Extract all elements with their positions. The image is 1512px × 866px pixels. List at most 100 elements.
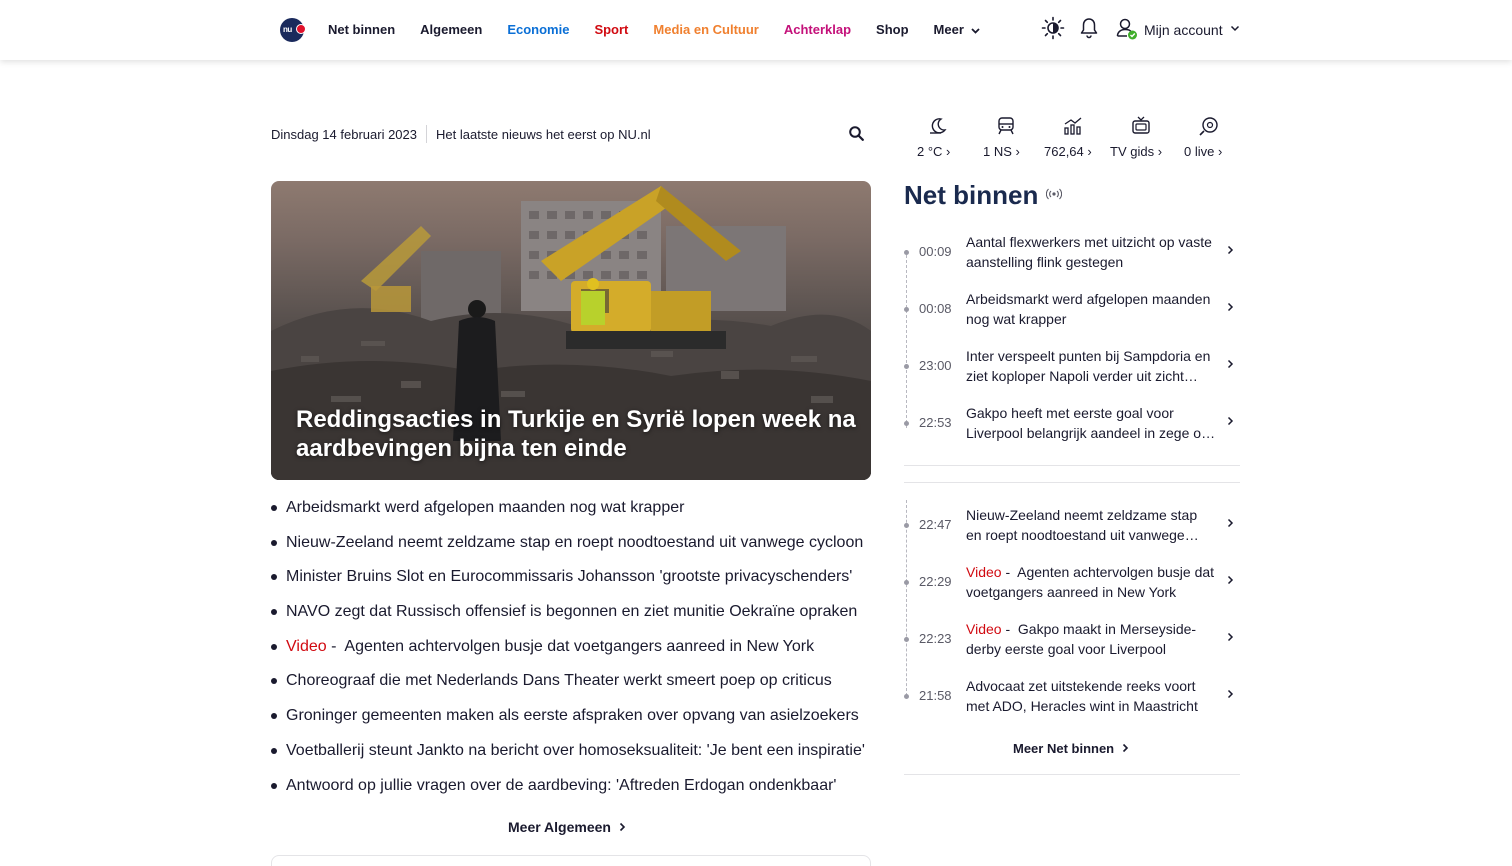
nav-media-en-cultuur[interactable]: Media en Cultuur [653, 22, 758, 37]
headline-list: Arbeidsmarkt werd afgelopen maanden nog … [271, 495, 871, 807]
news-item[interactable]: 22:47 Nieuw-Zeeland neemt zeldzame stap … [904, 500, 1240, 557]
chevron-right-icon [619, 822, 625, 832]
divider [904, 465, 1240, 466]
list-item[interactable]: Minister Bruins Slot en Eurocommissaris … [271, 564, 871, 599]
chevron-right-icon [1227, 689, 1234, 699]
news-item[interactable]: 00:08 Arbeidsmarkt werd afgelopen maande… [904, 284, 1240, 341]
timeline-dot [904, 523, 909, 528]
chevron-right-icon [1227, 575, 1234, 585]
headline-text: Nieuw-Zeeland neemt zeldzame stap en roe… [286, 533, 864, 551]
headline-text: Antwoord op jullie vragen over de aardbe… [286, 776, 837, 794]
nav-sport[interactable]: Sport [594, 22, 628, 37]
headline-text: Groninger gemeenten maken als eerste afs… [286, 707, 859, 725]
list-item[interactable]: Voetballerij steunt Jankto na bericht ov… [271, 738, 871, 773]
headline-text: Choreograaf die met Nederlands Dans Thea… [286, 672, 832, 690]
timeline-dot [904, 250, 909, 255]
chevron-right-icon [1227, 416, 1234, 426]
nav-meer-label: Meer [933, 22, 964, 37]
news-text: Aantal flexwerkers met uitzicht op vaste… [966, 234, 1212, 270]
nav-net-binnen[interactable]: Net binnen [328, 22, 395, 37]
timeline-dot [904, 580, 909, 585]
news-time: 21:58 [919, 688, 952, 703]
news-item[interactable]: 22:53 Gakpo heeft met eerste goal voor L… [904, 398, 1240, 455]
next-card [271, 855, 871, 866]
weather-value: 2 °C › [917, 144, 951, 159]
news-text-wrap: Video - Agenten achtervolgen busje dat v… [966, 564, 1215, 600]
chevron-right-icon [1227, 302, 1234, 312]
search-icon[interactable] [849, 126, 864, 141]
timeline-dot [904, 307, 909, 312]
chevron-right-icon [1227, 359, 1234, 369]
user-icon[interactable] [1116, 17, 1138, 41]
train-value-text: 1 NS [983, 144, 1012, 159]
list-item[interactable]: Nieuw-Zeeland neemt zeldzame stap en roe… [271, 530, 871, 565]
meer-net-binnen-label: Meer Net binnen [1013, 741, 1115, 756]
headline-text: Minister Bruins Slot en Eurocommissaris … [286, 568, 853, 586]
list-item[interactable]: NAVO zegt dat Russisch offensief is bego… [271, 599, 871, 634]
divider [904, 482, 1240, 483]
nav-algemeen[interactable]: Algemeen [420, 22, 482, 37]
video-tag: Video [966, 621, 1002, 637]
headline-text: NAVO zegt dat Russisch offensief is bego… [286, 603, 858, 621]
meer-algemeen-link[interactable]: Meer Algemeen [508, 819, 626, 835]
theme-toggle-icon[interactable] [1041, 16, 1065, 40]
news-item[interactable]: 22:23 Video - Gakpo maakt in Merseyside-… [904, 614, 1240, 671]
news-text: Arbeidsmarkt werd afgelopen maanden nog … [966, 291, 1211, 327]
tv-value: TV gids › [1110, 144, 1163, 159]
bell-icon[interactable] [1079, 17, 1099, 39]
timeline-dot [904, 364, 909, 369]
news-text-wrap: Video - Gakpo maakt in Merseyside-derby … [966, 621, 1197, 657]
nav-shop[interactable]: Shop [876, 22, 909, 37]
headline-text: Voetballerij steunt Jankto na bericht ov… [286, 741, 865, 759]
chevron-down-icon[interactable] [1230, 25, 1240, 32]
list-item[interactable]: Video - Agenten achtervolgen busje dat v… [271, 634, 871, 669]
news-item[interactable]: 22:29 Video - Agenten achtervolgen busje… [904, 557, 1240, 614]
chevron-down-icon [970, 27, 980, 34]
news-item[interactable]: 23:00 Inter verspeelt punten bij Sampdor… [904, 341, 1240, 398]
hero-headline[interactable]: Reddingsacties in Turkije en Syrië lopen… [296, 405, 856, 463]
hero-article[interactable]: Reddingsacties in Turkije en Syrië lopen… [271, 181, 871, 480]
list-item[interactable]: Choreograaf die met Nederlands Dans Thea… [271, 668, 871, 703]
nav-economie[interactable]: Economie [507, 22, 569, 37]
nav-achterklap[interactable]: Achterklap [784, 22, 851, 37]
divider [426, 125, 427, 143]
list-item[interactable]: Arbeidsmarkt werd afgelopen maanden nog … [271, 495, 871, 530]
divider [904, 774, 1240, 775]
news-text: Agenten achtervolgen busje dat voetgange… [966, 564, 1215, 600]
tagline: Het laatste nieuws het eerst op NU.nl [436, 126, 651, 142]
news-time: 00:09 [919, 244, 952, 259]
stock-value: 762,64 › [1044, 144, 1092, 159]
main-nav: Net binnen Algemeen Economie Sport Media… [328, 22, 980, 37]
news-item[interactable]: 00:09 Aantal flexwerkers met uitzicht op… [904, 227, 1240, 284]
list-item[interactable]: Antwoord op jullie vragen over de aardbe… [271, 773, 871, 808]
news-item[interactable]: 21:58 Advocaat zet uitstekende reeks voo… [904, 671, 1240, 728]
nav-meer[interactable]: Meer [934, 22, 980, 37]
logo-text: nu [283, 25, 292, 34]
date-bar: Dinsdag 14 februari 2023 Het laatste nie… [271, 125, 651, 143]
news-text: Advocaat zet uitstekende reeks voort met… [966, 678, 1198, 714]
video-tag: Video [966, 564, 1002, 580]
meer-algemeen-label: Meer Algemeen [508, 819, 611, 835]
timeline-dot [904, 694, 909, 699]
current-date: Dinsdag 14 februari 2023 [271, 126, 417, 142]
chevron-right-icon [1227, 518, 1234, 528]
chevron-right-icon [1227, 632, 1234, 642]
weather-value-text: 2 °C [917, 144, 943, 159]
news-text: Inter verspeelt punten bij Sampdoria en … [966, 348, 1211, 384]
video-tag: Video [286, 637, 327, 655]
headline-text: Arbeidsmarkt werd afgelopen maanden nog … [286, 499, 685, 516]
live-value: 0 live › [1184, 144, 1223, 159]
net-binnen-title: Net binnen [904, 180, 1039, 210]
top-navigation-bar: nu Net binnen Algemeen Economie Sport Me… [0, 0, 1512, 60]
news-text: Gakpo heeft met eerste goal voor Liverpo… [966, 405, 1209, 441]
live-score-icon [1199, 117, 1218, 136]
train-value: 1 NS › [983, 144, 1020, 159]
account-label[interactable]: Mijn account [1144, 22, 1223, 38]
live-value-text: 0 live [1184, 144, 1215, 159]
list-item[interactable]: Groninger gemeenten maken als eerste afs… [271, 703, 871, 738]
news-time: 22:23 [919, 631, 952, 646]
meer-net-binnen-link[interactable]: Meer Net binnen [1013, 741, 1129, 756]
news-time: 22:53 [919, 415, 952, 430]
nu-logo[interactable]: nu [280, 18, 306, 42]
weather-icon [930, 118, 947, 134]
